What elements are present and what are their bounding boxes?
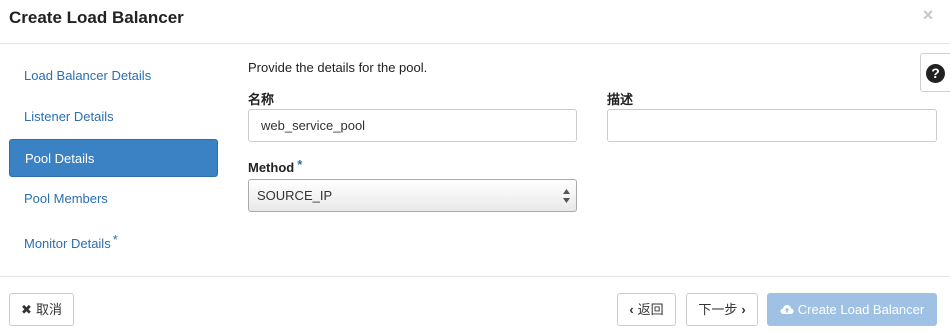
chevron-right-icon: › xyxy=(741,302,746,317)
step-pool-members[interactable]: Pool Members xyxy=(9,180,218,218)
step-load-balancer-details[interactable]: Load Balancer Details xyxy=(9,57,218,95)
step-pool-details[interactable]: Pool Details xyxy=(9,139,218,177)
required-asterisk: * xyxy=(112,232,118,247)
close-icon[interactable]: × xyxy=(920,6,936,24)
step-label: Load Balancer Details xyxy=(24,68,152,83)
cancel-button[interactable]: ✖ 取消 xyxy=(9,293,74,326)
next-button[interactable]: 下一步 › xyxy=(686,293,758,326)
form-intro: Provide the details for the pool. xyxy=(248,60,428,75)
next-label: 下一步 xyxy=(698,302,738,317)
step-label: Monitor Details xyxy=(24,236,111,251)
name-label: 名称 xyxy=(248,92,275,107)
create-load-balancer-button[interactable]: Create Load Balancer xyxy=(767,293,937,326)
description-input[interactable] xyxy=(607,109,937,142)
name-input[interactable]: web_service_pool xyxy=(248,109,577,142)
step-label: Pool Members xyxy=(24,191,108,206)
step-label: Listener Details xyxy=(24,109,114,124)
select-arrows-icon xyxy=(563,189,570,203)
step-monitor-details[interactable]: Monitor Details * xyxy=(9,221,218,259)
method-label: Method * xyxy=(248,157,302,175)
cloud-upload-icon xyxy=(780,305,794,314)
question-circle-icon: ? xyxy=(926,64,945,83)
modal-title: Create Load Balancer xyxy=(9,8,184,27)
method-label-text: Method xyxy=(248,160,295,175)
method-select[interactable]: SOURCE_IP xyxy=(248,179,577,212)
help-button[interactable]: ? xyxy=(920,53,950,92)
required-asterisk: * xyxy=(297,157,303,172)
description-label: 描述 xyxy=(607,92,634,107)
back-label: 返回 xyxy=(637,302,664,317)
modal-footer: ✖ 取消 ‹ 返回 下一步 › Create Load Balancer xyxy=(0,276,950,333)
method-selected-value: SOURCE_IP xyxy=(257,188,333,203)
wizard-steps: Load Balancer Details Listener Details P… xyxy=(9,57,218,262)
close-icon: ✖ xyxy=(21,302,32,317)
create-label: Create Load Balancer xyxy=(797,302,925,317)
cancel-label: 取消 xyxy=(35,302,62,317)
create-load-balancer-modal: Create Load Balancer × Load Balancer Det… xyxy=(0,0,950,333)
chevron-left-icon: ‹ xyxy=(629,302,634,317)
step-label: Pool Details xyxy=(25,151,95,166)
modal-header: Create Load Balancer × xyxy=(0,0,950,44)
step-listener-details[interactable]: Listener Details xyxy=(9,98,218,136)
back-button[interactable]: ‹ 返回 xyxy=(617,293,676,326)
